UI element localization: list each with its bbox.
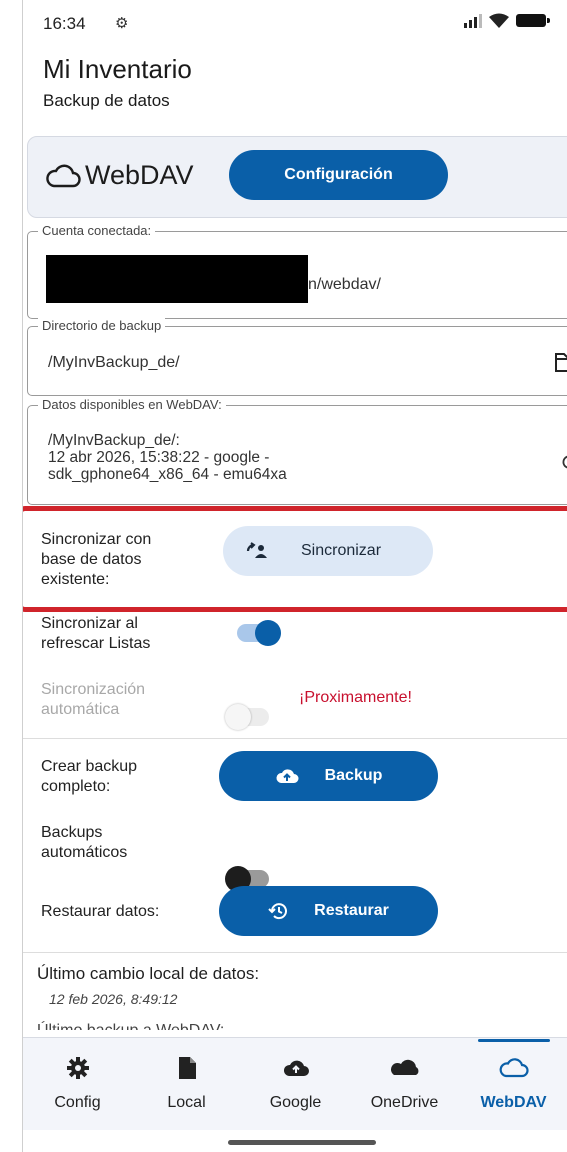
account-url-suffix: n/webdav/ — [308, 276, 381, 293]
battery-icon — [516, 14, 550, 27]
nav-label: Config — [54, 1094, 101, 1111]
full-backup-label: Crear backup completo: — [41, 757, 137, 797]
redacted-account — [46, 255, 308, 303]
history-icon — [268, 903, 288, 920]
signal-icon — [464, 13, 482, 28]
nav-label: WebDAV — [480, 1094, 547, 1111]
nav-item-config[interactable]: Config — [23, 1038, 132, 1130]
cloud-filled-icon — [389, 1056, 421, 1080]
nav-label: Local — [167, 1094, 206, 1111]
nav-item-local[interactable]: Local — [132, 1038, 241, 1130]
sync-existing-label-line: Sincronizar con — [41, 531, 152, 548]
status-time: 16:34 — [43, 14, 86, 33]
nav-label: Google — [269, 1094, 322, 1111]
backup-directory-legend: Directorio de backup — [38, 318, 166, 333]
restore-button[interactable]: Restaurar — [219, 886, 438, 936]
toggle-knob — [225, 704, 251, 730]
connected-account-field: Cuenta conectada: n/webdav/ — [27, 223, 567, 319]
refresh-icon[interactable]: ⟳ — [562, 450, 567, 476]
sync-arrows-icon — [246, 542, 267, 558]
available-data-line-2: 12 abr 2026, 15:38:22 - google - — [48, 449, 270, 466]
sync-existing-label-line: base de datos — [41, 551, 142, 568]
auto-sync-label-line: Sincronización — [41, 681, 146, 698]
cloud-upload-icon — [282, 1056, 310, 1080]
configuration-button[interactable]: Configuración — [229, 150, 448, 200]
auto-sync-label-line: automática — [41, 701, 120, 718]
available-data-text: /MyInvBackup_de/: 12 abr 2026, 15:38:22 … — [48, 432, 468, 483]
full-backup-label-line: Crear backup — [41, 758, 138, 775]
app-title: Mi Inventario — [43, 54, 192, 84]
app-frame: 16:34 ⚙ Mi Inventario Backup de datos We… — [22, 0, 567, 1152]
available-data-line-3: sdk_gphone64_x86_64 - emu64xa — [48, 466, 287, 483]
backup-button-label: Backup — [324, 767, 383, 784]
nav-item-webdav[interactable]: WebDAV — [459, 1038, 567, 1130]
sync-button-label: Sincronizar — [301, 542, 382, 559]
sync-existing-label-line: existente: — [41, 571, 110, 588]
auto-sync-toggle — [225, 704, 269, 730]
folder-icon[interactable] — [554, 351, 567, 373]
page-subtitle: Backup de datos — [43, 91, 170, 110]
sync-button[interactable]: Sincronizar — [223, 526, 433, 576]
section-divider — [23, 738, 567, 739]
bottom-navigation: Config Local Google OneDrive WebDAV — [23, 1037, 567, 1130]
toggle-knob — [255, 620, 281, 646]
sync-on-refresh-label-line: Sincronizar al — [41, 615, 138, 632]
coming-soon-text: ¡Proximamente! — [299, 689, 412, 706]
sync-on-refresh-toggle[interactable] — [237, 620, 281, 646]
gear-icon — [66, 1056, 90, 1080]
backup-directory-value: /MyInvBackup_de/ — [48, 354, 180, 371]
full-backup-label-line: completo: — [41, 778, 111, 795]
status-settings-icon: ⚙ — [115, 15, 129, 32]
cloud-outline-icon — [499, 1056, 529, 1080]
nav-item-google[interactable]: Google — [241, 1038, 350, 1130]
auto-backups-label: Backups automáticos — [41, 823, 127, 863]
connected-account-legend: Cuenta conectada: — [38, 223, 156, 238]
restore-button-label: Restaurar — [314, 902, 389, 919]
status-indicators — [464, 13, 550, 28]
backup-directory-field: Directorio de backup /MyInvBackup_de/ — [27, 318, 567, 396]
sync-on-refresh-label-line: refrescar Listas — [41, 635, 151, 652]
provider-name: WebDAV — [85, 160, 194, 190]
auto-sync-label: Sincronización automática — [41, 680, 145, 720]
active-indicator — [477, 1039, 550, 1042]
last-backup-label: Último backup a WebDAV: — [37, 1021, 224, 1030]
backup-button[interactable]: Backup — [219, 751, 438, 801]
section-divider — [23, 952, 567, 953]
wifi-icon — [489, 13, 509, 28]
sync-existing-label: Sincronizar con base de datos existente: — [41, 530, 151, 590]
available-data-legend: Datos disponibles en WebDAV: — [38, 397, 226, 412]
cloud-upload-icon — [276, 769, 299, 783]
sync-on-refresh-label: Sincronizar al refrescar Listas — [41, 614, 150, 654]
file-icon — [177, 1056, 197, 1080]
available-data-line-1: /MyInvBackup_de/: — [48, 432, 180, 449]
last-change-label: Último cambio local de datos: — [37, 964, 260, 983]
auto-backups-label-line: automáticos — [41, 844, 128, 861]
restore-label: Restaurar datos: — [41, 903, 160, 920]
gesture-handle[interactable] — [228, 1140, 376, 1145]
nav-item-onedrive[interactable]: OneDrive — [350, 1038, 459, 1130]
auto-backups-label-line: Backups — [41, 824, 103, 841]
last-change-value: 12 feb 2026, 8:49:12 — [49, 991, 178, 1007]
provider-header: WebDAV — [45, 160, 194, 191]
available-data-field: Datos disponibles en WebDAV: /MyInvBacku… — [27, 397, 567, 505]
nav-label: OneDrive — [370, 1094, 439, 1111]
cloud-outline-icon — [46, 164, 81, 187]
